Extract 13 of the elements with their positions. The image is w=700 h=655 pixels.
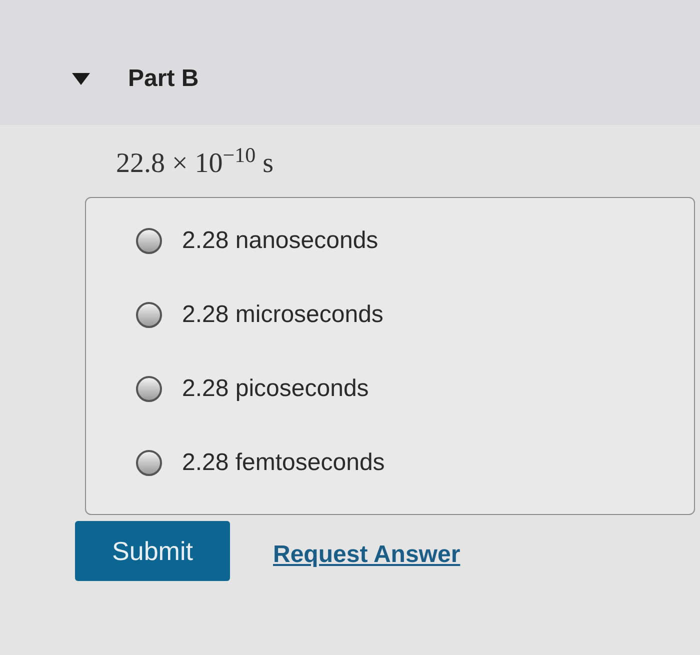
- option-label[interactable]: 2.28 femtoseconds: [182, 445, 385, 481]
- radio-button[interactable]: [136, 302, 162, 328]
- option-label[interactable]: 2.28 nanoseconds: [182, 223, 378, 259]
- radio-button[interactable]: [136, 450, 162, 476]
- part-header[interactable]: Part B: [0, 0, 700, 125]
- submit-button[interactable]: Submit: [75, 521, 230, 581]
- part-title: Part B: [128, 64, 199, 94]
- option-label[interactable]: 2.28 picoseconds: [182, 371, 369, 407]
- option-label[interactable]: 2.28 microseconds: [182, 297, 384, 333]
- question-text: 22.8 × 10$^{−10}$ s: [116, 148, 274, 179]
- radio-button[interactable]: [136, 376, 162, 402]
- radio-button[interactable]: [136, 228, 162, 254]
- request-answer-link[interactable]: Request Answer: [273, 537, 460, 573]
